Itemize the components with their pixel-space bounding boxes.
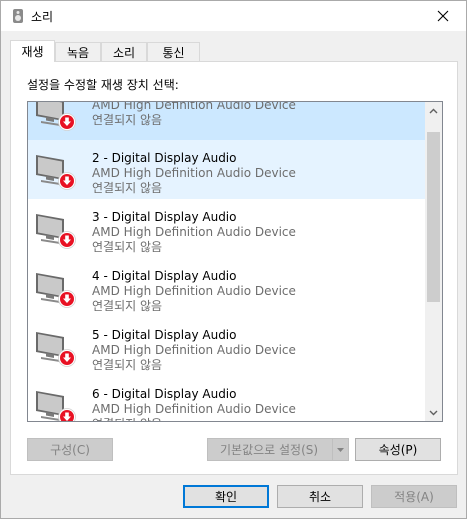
device-row[interactable]: 3 - Digital Display Audio AMD High Defin… (28, 199, 425, 258)
device-row[interactable]: AMD High Definition Audio Device 연결되지 않음 (28, 101, 425, 140)
configure-button[interactable]: 구성(C) (27, 438, 113, 461)
window-title: 소리 (31, 10, 54, 24)
set-default-button[interactable]: 기본값으로 설정(S) (207, 438, 349, 461)
chevron-up-icon (429, 108, 438, 113)
cancel-button[interactable]: 취소 (277, 485, 363, 508)
device-name: 5 - Digital Display Audio (92, 328, 237, 342)
device-row[interactable]: 5 - Digital Display Audio AMD High Defin… (28, 317, 425, 376)
device-status: 연결되지 않음 (92, 358, 163, 372)
tab-playback[interactable]: 재생 (10, 40, 55, 62)
speaker-disconnected-icon (36, 214, 76, 249)
device-driver: AMD High Definition Audio Device (92, 284, 296, 298)
device-list[interactable]: AMD High Definition Audio Device 연결되지 않음… (27, 101, 443, 422)
device-text: 2 - Digital Display Audio AMD High Defin… (92, 151, 296, 196)
properties-button[interactable]: 속성(P) (355, 438, 441, 461)
speaker-app-icon (13, 9, 23, 23)
device-status: 연결되지 않음 (92, 417, 296, 421)
set-default-dropdown[interactable] (332, 439, 348, 460)
device-driver: AMD High Definition Audio Device (92, 166, 296, 180)
device-status: 연결되지 않음 (92, 299, 163, 313)
speaker-disconnected-icon (36, 332, 76, 367)
device-text: 3 - Digital Display Audio AMD High Defin… (92, 210, 296, 255)
scroll-up-button[interactable] (425, 102, 442, 119)
chevron-down-icon (429, 410, 438, 415)
device-status: 연결되지 않음 (92, 113, 163, 127)
sound-dialog: 소리 재생 녹음 소리 통신 설정을 수정할 재생 장치 선택: AMD Hig… (0, 0, 467, 519)
close-icon (437, 10, 449, 22)
device-text: 4 - Digital Display Audio AMD High Defin… (92, 269, 296, 314)
ok-button[interactable]: 확인 (183, 485, 269, 508)
tab-sounds[interactable]: 소리 (101, 42, 147, 61)
device-driver: AMD High Definition Audio Device (92, 343, 296, 357)
scroll-thumb[interactable] (427, 132, 440, 302)
device-row[interactable]: 4 - Digital Display Audio AMD High Defin… (28, 258, 425, 317)
device-status: 연결되지 않음 (92, 181, 163, 195)
scroll-down-button[interactable] (425, 404, 442, 421)
device-driver: AMD High Definition Audio Device (92, 225, 296, 239)
device-name: 2 - Digital Display Audio (92, 151, 237, 165)
chevron-down-icon (337, 447, 344, 452)
device-text: AMD High Definition Audio Device 연결되지 않음 (92, 101, 296, 128)
device-driver: AMD High Definition Audio Device (92, 402, 296, 416)
device-status: 연결되지 않음 (92, 240, 163, 254)
title-bar: 소리 (1, 1, 466, 31)
apply-button[interactable]: 적용(A) (371, 485, 457, 508)
speaker-disconnected-icon (36, 155, 76, 190)
playback-panel: 설정을 수정할 재생 장치 선택: AMD High Definition Au… (10, 61, 458, 475)
device-row[interactable]: 6 - Digital Display Audio AMD High Defin… (28, 376, 425, 421)
device-name: 6 - Digital Display Audio (92, 387, 237, 401)
device-text: 6 - Digital Display Audio AMD High Defin… (92, 387, 296, 421)
device-driver: AMD High Definition Audio Device (92, 101, 296, 112)
tab-recording[interactable]: 녹음 (55, 42, 101, 61)
instruction-label: 설정을 수정할 재생 장치 선택: (27, 78, 179, 92)
device-row[interactable]: 2 - Digital Display Audio AMD High Defin… (28, 140, 425, 199)
speaker-disconnected-icon (36, 273, 76, 308)
speaker-disconnected-icon (36, 391, 76, 421)
set-default-label: 기본값으로 설정(S) (220, 443, 319, 457)
speaker-disconnected-icon (36, 102, 76, 131)
device-name: 3 - Digital Display Audio (92, 210, 237, 224)
vertical-scrollbar[interactable] (425, 102, 442, 421)
device-name: 4 - Digital Display Audio (92, 269, 237, 283)
device-text: 5 - Digital Display Audio AMD High Defin… (92, 328, 296, 373)
tab-communications[interactable]: 통신 (147, 42, 200, 61)
close-button[interactable] (420, 1, 466, 31)
device-rows: AMD High Definition Audio Device 연결되지 않음… (28, 101, 425, 421)
